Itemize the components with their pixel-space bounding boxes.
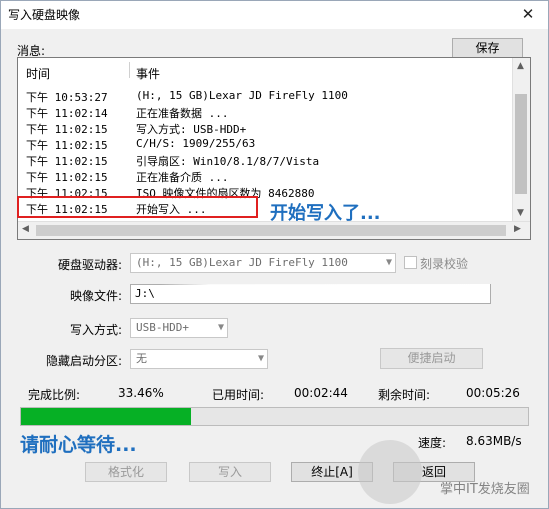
log-row-time: 下午 10:53:27 — [26, 91, 108, 104]
shortcut-boot-button[interactable]: 便捷启动 — [380, 348, 483, 369]
remaining-label: 剩余时间: — [378, 388, 431, 402]
log-row-event: 正在准备数据 ... — [136, 107, 229, 120]
chevron-down-icon: ▼ — [385, 257, 392, 268]
hidden-partition-label: 隐藏启动分区: — [46, 354, 123, 368]
write-button[interactable]: 写入 — [189, 462, 271, 482]
scroll-down-icon[interactable]: ▼ — [517, 208, 524, 218]
horizontal-scroll-thumb[interactable] — [36, 225, 506, 236]
speed-label: 速度: — [418, 436, 447, 450]
drive-label: 硬盘驱动器: — [58, 258, 123, 272]
log-row-event: 正在准备介质 ... — [136, 171, 229, 184]
column-header-event[interactable]: 事件 — [136, 65, 160, 82]
write-mode-value: USB-HDD+ — [136, 321, 189, 334]
log-row-event: 引导扇区: Win10/8.1/8/7/Vista — [136, 155, 320, 168]
redacted-path — [160, 284, 490, 302]
writing-started-annotation: 开始写入了... — [270, 203, 381, 224]
scroll-right-icon[interactable]: ▶ — [514, 224, 521, 234]
elapsed-value: 00:02:44 — [294, 386, 348, 400]
write-mode-label: 写入方式: — [70, 323, 123, 337]
progress-bar-fill — [21, 408, 191, 425]
vertical-scrollbar[interactable]: ▲ ▼ — [512, 58, 530, 222]
write-mode-select[interactable]: USB-HDD+ ▼ — [130, 318, 228, 338]
log-row-time: 下午 11:02:15 — [26, 139, 108, 152]
column-header-time[interactable]: 时间 — [26, 65, 50, 82]
speed-value: 8.63MB/s — [466, 434, 522, 448]
close-icon[interactable]: ✕ — [516, 4, 540, 24]
log-row-event: (H:, 15 GB)Lexar JD FireFly 1100 — [136, 89, 348, 102]
highlight-box — [17, 196, 258, 218]
log-row-time: 下午 11:02:15 — [26, 123, 108, 136]
log-row-time: 下午 11:02:15 — [26, 155, 108, 168]
scroll-left-icon[interactable]: ◀ — [22, 224, 29, 234]
log-row-event: C/H/S: 1909/255/63 — [136, 137, 256, 150]
column-divider — [129, 62, 130, 78]
watermark-text: 掌中IT发烧友圈 — [440, 482, 530, 497]
chevron-down-icon: ▼ — [217, 322, 224, 333]
elapsed-label: 已用时间: — [212, 388, 265, 402]
window-title: 写入硬盘映像 — [8, 8, 81, 22]
hidden-partition-value: 无 — [136, 352, 147, 365]
scroll-up-icon[interactable]: ▲ — [517, 61, 524, 71]
ratio-value: 33.46% — [118, 386, 164, 400]
verify-label: 刻录校验 — [420, 257, 469, 271]
please-wait-annotation: 请耐心等待... — [20, 434, 137, 456]
remaining-value: 00:05:26 — [466, 386, 520, 400]
ratio-label: 完成比例: — [28, 388, 81, 402]
save-button[interactable]: 保存 — [452, 38, 523, 58]
drive-select[interactable]: (H:, 15 GB)Lexar JD FireFly 1100 ▼ — [130, 253, 396, 273]
drive-select-value: (H:, 15 GB)Lexar JD FireFly 1100 — [136, 256, 348, 269]
image-file-label: 映像文件: — [70, 289, 123, 303]
watermark-logo — [358, 440, 422, 504]
log-row-event: 写入方式: USB-HDD+ — [136, 123, 247, 136]
log-row-time: 下午 11:02:14 — [26, 107, 108, 120]
vertical-scroll-thumb[interactable] — [515, 94, 527, 194]
title-bar — [1, 1, 548, 29]
format-button[interactable]: 格式化 — [85, 462, 167, 482]
chevron-down-icon: ▼ — [257, 353, 264, 364]
verify-checkbox[interactable] — [404, 256, 417, 269]
hidden-partition-select[interactable]: 无 ▼ — [130, 349, 268, 369]
log-row-time: 下午 11:02:15 — [26, 171, 108, 184]
progress-bar — [20, 407, 529, 426]
